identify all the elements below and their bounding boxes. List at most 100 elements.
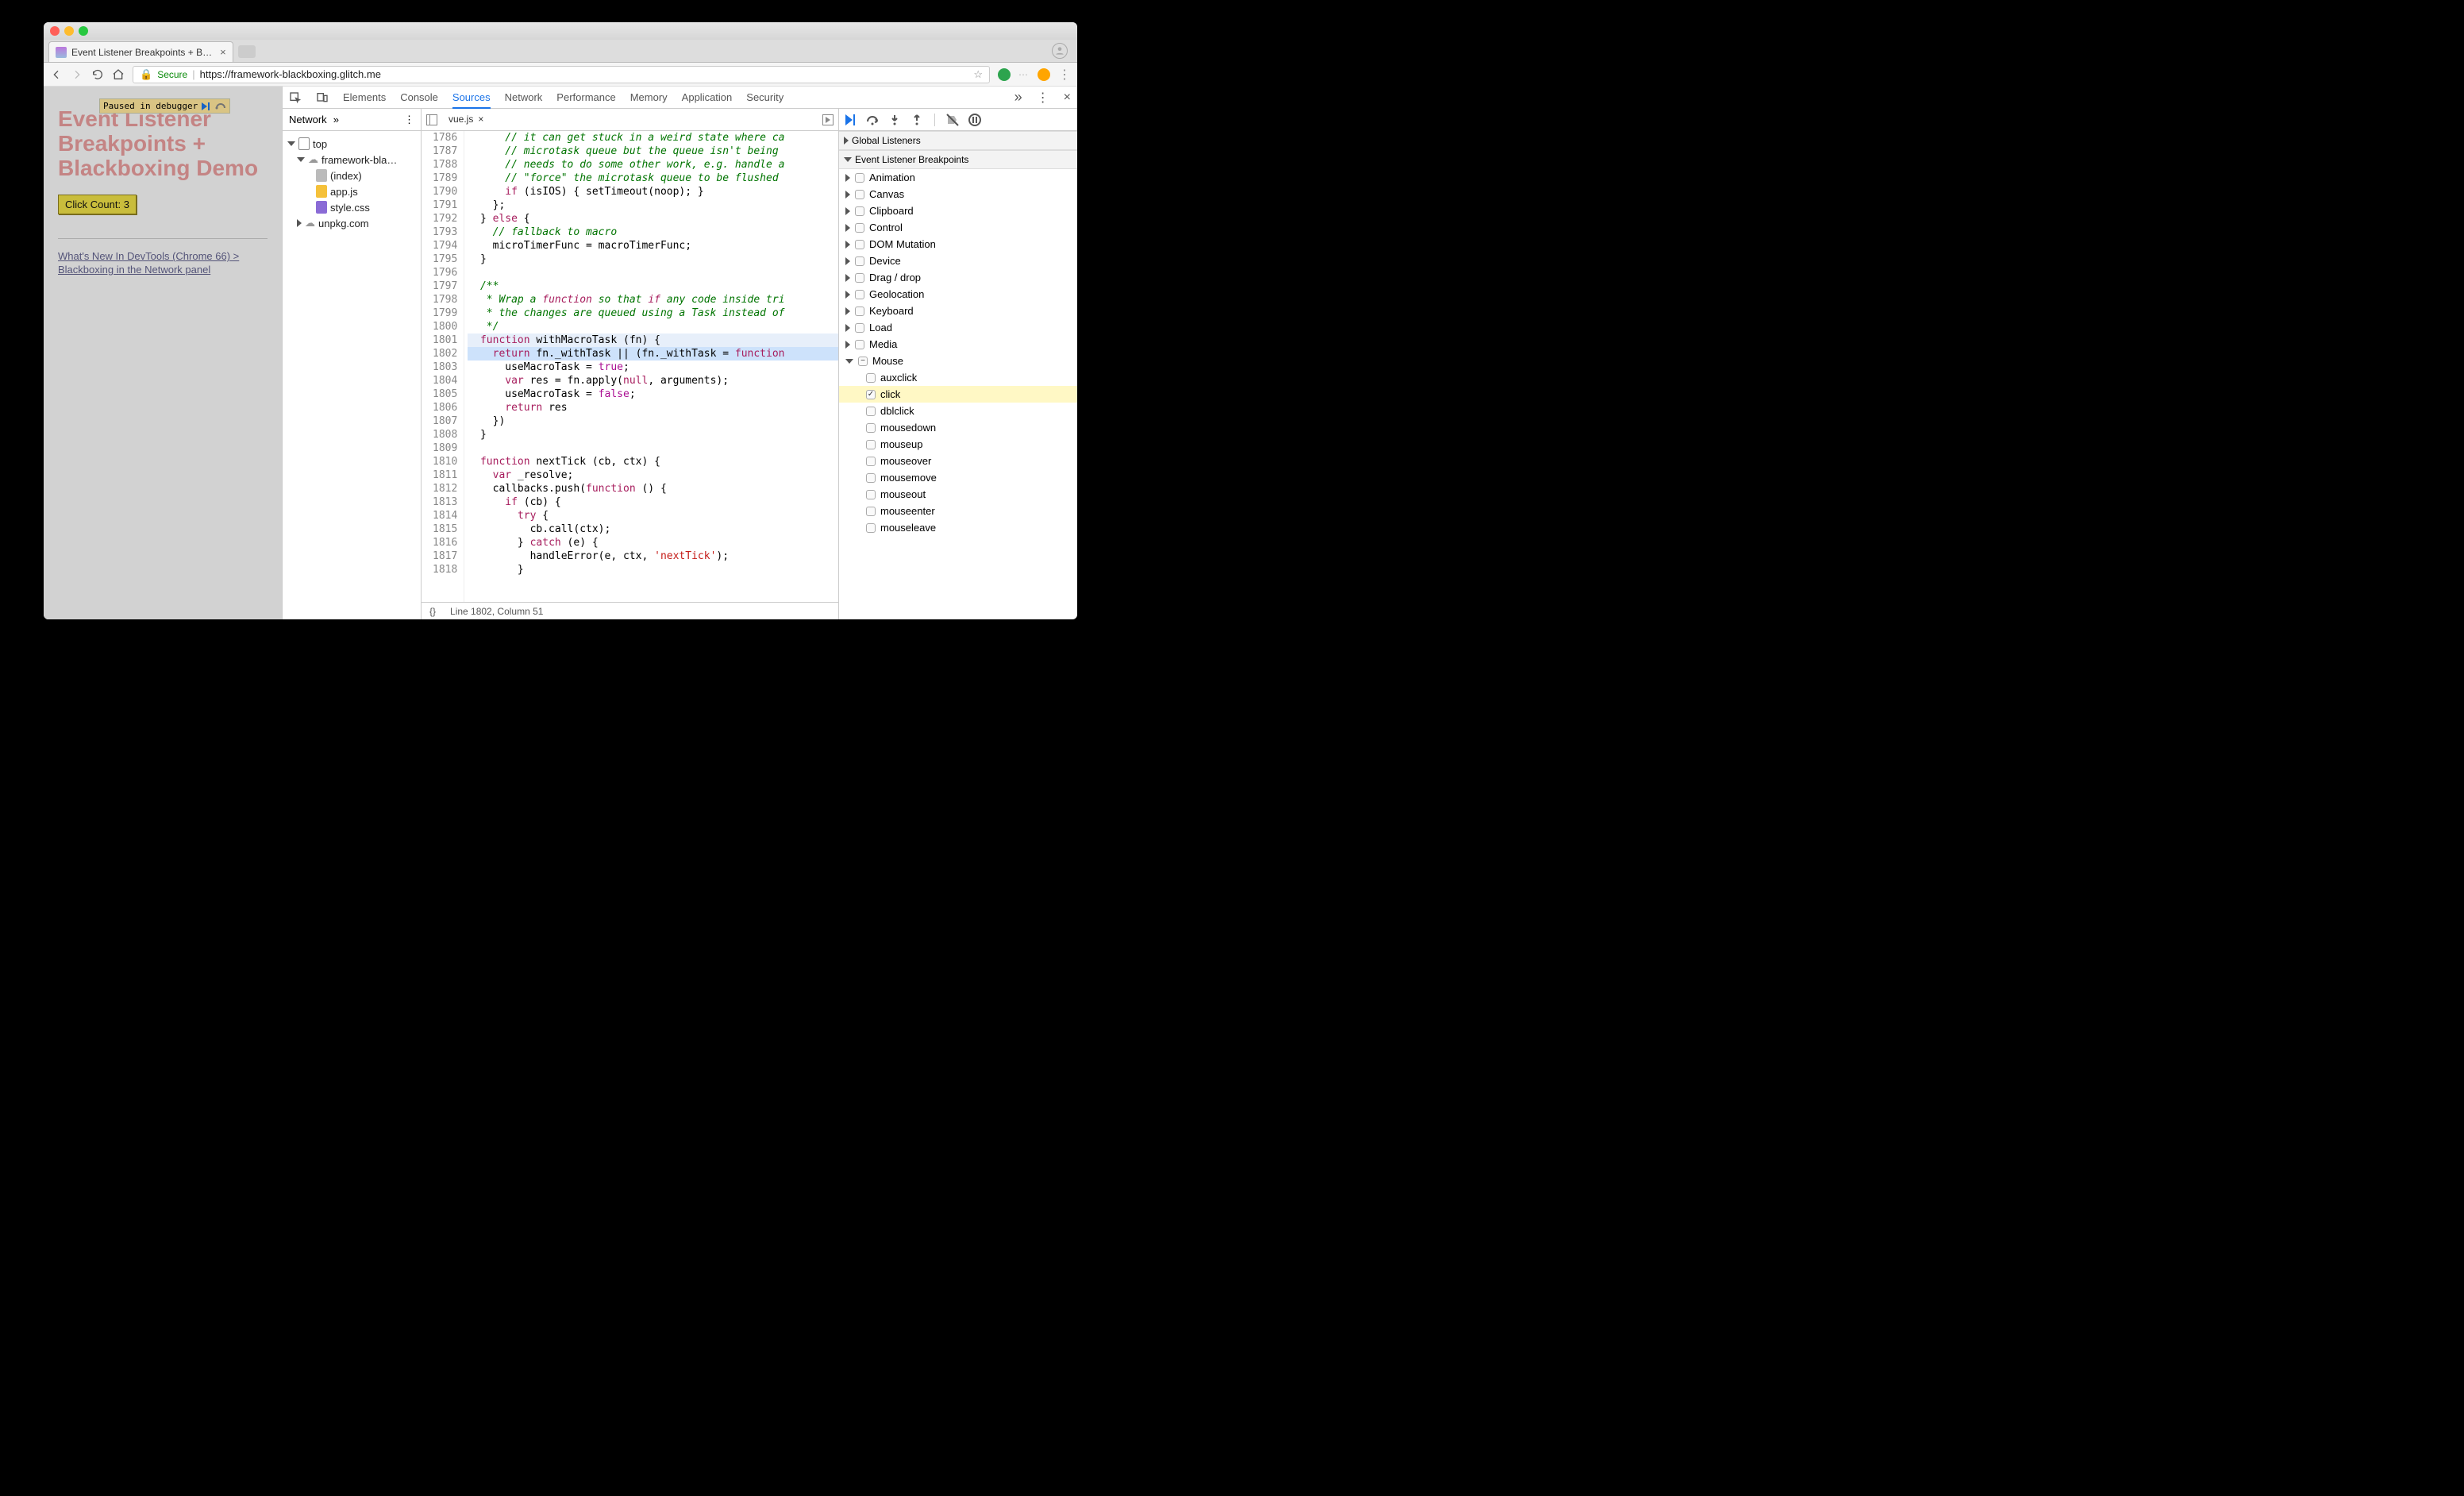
address-bar[interactable]: 🔒 Secure | https://framework-blackboxing… [133, 66, 990, 83]
checkbox[interactable] [866, 373, 876, 383]
bookmark-star-icon[interactable]: ☆ [973, 68, 983, 81]
checkbox[interactable] [855, 190, 864, 199]
checkbox[interactable] [855, 307, 864, 316]
checkbox[interactable] [855, 173, 864, 183]
checkbox[interactable] [866, 457, 876, 466]
tab-security[interactable]: Security [746, 91, 783, 103]
breakpoint-event[interactable]: mouseover [839, 453, 1077, 469]
breakpoint-category[interactable]: Load [839, 319, 1077, 336]
checkbox[interactable] [866, 507, 876, 516]
breakpoint-event[interactable]: auxclick [839, 369, 1077, 386]
devtools: Elements Console Sources Network Perform… [282, 87, 1077, 619]
new-tab-button[interactable] [238, 45, 256, 58]
tab-sources[interactable]: Sources [452, 91, 491, 109]
pretty-print-icon[interactable]: {} [429, 606, 436, 617]
breakpoint-event[interactable]: click [839, 386, 1077, 403]
tab-console[interactable]: Console [400, 91, 438, 103]
devtools-menu-icon[interactable]: ⋮ [1037, 90, 1049, 106]
step-over-icon[interactable] [866, 114, 879, 126]
tab-performance[interactable]: Performance [556, 91, 615, 103]
checkbox[interactable] [855, 273, 864, 283]
navigator-overflow-icon[interactable]: » [333, 114, 339, 125]
checkbox[interactable] [855, 290, 864, 299]
minimize-window-icon[interactable] [64, 26, 74, 36]
event-listener-breakpoints-section[interactable]: Event Listener Breakpoints [839, 150, 1077, 169]
checkbox[interactable] [855, 256, 864, 266]
browser-tab[interactable]: Event Listener Breakpoints + B… × [48, 41, 233, 62]
breakpoint-category[interactable]: Keyboard [839, 303, 1077, 319]
checkbox[interactable] [866, 473, 876, 483]
breakpoint-category[interactable]: Device [839, 253, 1077, 269]
checkbox[interactable] [855, 340, 864, 349]
checkbox[interactable] [855, 323, 864, 333]
breakpoint-event[interactable]: mouseenter [839, 503, 1077, 519]
checkbox[interactable] [855, 223, 864, 233]
checkbox[interactable] [866, 440, 876, 449]
checkbox[interactable] [855, 206, 864, 216]
tree-domain[interactable]: ☁framework-bla… [286, 152, 418, 168]
checkbox[interactable] [866, 423, 876, 433]
inspect-element-icon[interactable] [289, 91, 302, 104]
checkbox[interactable] [866, 490, 876, 499]
breakpoint-event[interactable]: mousedown [839, 419, 1077, 436]
breakpoint-event[interactable]: dblclick [839, 403, 1077, 419]
toggle-navigator-icon[interactable] [426, 114, 437, 125]
overlay-step-icon[interactable] [215, 102, 226, 111]
tab-elements[interactable]: Elements [343, 91, 386, 103]
checkbox[interactable] [855, 240, 864, 249]
step-out-icon[interactable] [911, 114, 923, 126]
breakpoint-category[interactable]: Geolocation [839, 286, 1077, 303]
tree-external[interactable]: ☁unpkg.com [286, 215, 418, 231]
code-viewer[interactable]: 1786178717881789179017911792179317941795… [422, 131, 838, 602]
close-tab-icon[interactable]: × [220, 46, 226, 58]
checkbox[interactable] [866, 390, 876, 399]
home-icon[interactable] [112, 68, 125, 81]
close-icon[interactable]: × [478, 114, 483, 125]
breakpoint-category[interactable]: Drag / drop [839, 269, 1077, 286]
extension-overflow-icon[interactable]: ⋯ [1018, 69, 1030, 80]
navigator-menu-icon[interactable]: ⋮ [404, 114, 414, 126]
tab-memory[interactable]: Memory [630, 91, 668, 103]
checkbox[interactable] [858, 357, 868, 366]
global-listeners-section[interactable]: Global Listeners [839, 131, 1077, 150]
forward-icon[interactable] [71, 68, 83, 81]
breakpoint-category[interactable]: Canvas [839, 186, 1077, 202]
overlay-resume-icon[interactable] [201, 102, 212, 111]
reload-icon[interactable] [91, 68, 104, 81]
profile-icon[interactable] [1052, 43, 1068, 59]
extension-icon-2[interactable] [1038, 68, 1050, 81]
extension-icon[interactable] [998, 68, 1011, 81]
tab-network[interactable]: Network [505, 91, 543, 103]
navigator-tab-network[interactable]: Network [289, 114, 327, 125]
close-window-icon[interactable] [50, 26, 60, 36]
deactivate-breakpoints-icon[interactable] [946, 114, 959, 126]
tree-file-appjs[interactable]: app.js [286, 183, 418, 199]
source-tab-vuejs[interactable]: vue.js× [444, 110, 488, 129]
tabs-overflow-icon[interactable]: » [1014, 89, 1022, 106]
breakpoint-event[interactable]: mouseleave [839, 519, 1077, 536]
devtools-close-icon[interactable]: × [1064, 91, 1071, 105]
toggle-debugger-sidebar-icon[interactable] [822, 114, 834, 125]
tab-application[interactable]: Application [682, 91, 733, 103]
tree-file-index[interactable]: (index) [286, 168, 418, 183]
resume-icon[interactable] [844, 114, 857, 126]
breakpoint-event[interactable]: mousemove [839, 469, 1077, 486]
breakpoint-category[interactable]: Control [839, 219, 1077, 236]
tree-file-stylecss[interactable]: style.css [286, 199, 418, 215]
step-into-icon[interactable] [888, 114, 901, 126]
tree-top[interactable]: top [286, 136, 418, 152]
checkbox[interactable] [866, 407, 876, 416]
breakpoint-category[interactable]: Animation [839, 169, 1077, 186]
breakpoint-event[interactable]: mouseup [839, 436, 1077, 453]
breakpoint-event[interactable]: mouseout [839, 486, 1077, 503]
pause-on-exceptions-icon[interactable] [968, 114, 981, 126]
maximize-window-icon[interactable] [79, 26, 88, 36]
browser-menu-icon[interactable]: ⋮ [1058, 67, 1071, 83]
back-icon[interactable] [50, 68, 63, 81]
breakpoint-category[interactable]: Media [839, 336, 1077, 353]
breakpoint-category[interactable]: DOM Mutation [839, 236, 1077, 253]
checkbox[interactable] [866, 523, 876, 533]
device-toolbar-icon[interactable] [316, 91, 329, 104]
breakpoint-category-mouse[interactable]: Mouse [839, 353, 1077, 369]
breakpoint-category[interactable]: Clipboard [839, 202, 1077, 219]
